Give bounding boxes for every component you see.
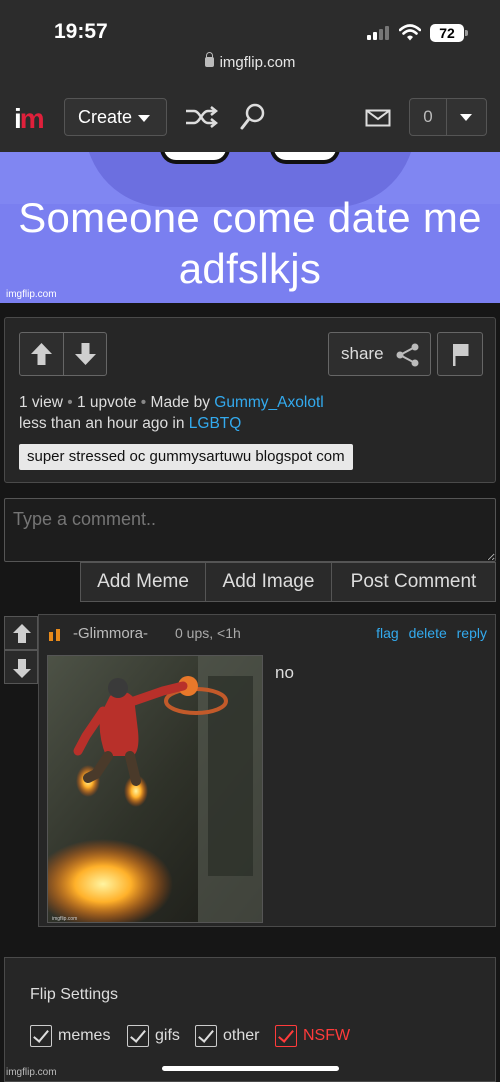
notifications-menu: 0	[409, 98, 487, 136]
comment-text: no	[275, 663, 294, 682]
chevron-down-icon[interactable]	[460, 114, 472, 121]
chevron-down-icon	[138, 114, 151, 122]
checkbox-other[interactable]: other	[195, 1024, 259, 1048]
add-image-button[interactable]: Add Image	[206, 563, 332, 601]
comment-image[interactable]: imgflip.com	[47, 655, 263, 923]
checkbox-gifs[interactable]: gifs	[127, 1024, 180, 1048]
reply-link[interactable]: reply	[457, 625, 487, 641]
author-link[interactable]: Gummy_Axolotl	[214, 394, 323, 411]
vote-buttons	[19, 332, 107, 376]
left-eye	[160, 152, 230, 164]
flip-settings-title: Flip Settings	[30, 986, 119, 1003]
post-info-panel: share 1 view • 1 upvote • Made by Gummy_…	[4, 317, 496, 483]
flag-link[interactable]: flag	[376, 625, 399, 641]
stream-link[interactable]: LGBTQ	[189, 415, 242, 432]
comment: -Glimmora- 0 ups, <1h flag delete reply	[38, 614, 496, 927]
footer-watermark: imgflip.com	[6, 1067, 57, 1078]
mail-icon[interactable]	[365, 109, 391, 127]
comment-actions: Add Meme Add Image Post Comment	[80, 562, 496, 602]
battery-tip	[465, 30, 468, 36]
right-eye	[270, 152, 340, 164]
comment-input[interactable]	[4, 498, 496, 562]
arrow-down-icon	[75, 343, 96, 365]
delete-link[interactable]: delete	[409, 625, 447, 641]
comment-meme-picture: imgflip.com	[48, 656, 262, 922]
home-indicator[interactable]	[162, 1066, 339, 1071]
comment-username[interactable]: -Glimmora-	[73, 625, 148, 642]
upvote-count: 1 upvote	[77, 394, 137, 411]
url-text: imgflip.com	[219, 54, 296, 71]
shuffle-icon[interactable]	[184, 106, 218, 128]
status-bar: 19:57 72 imgflip.com	[0, 0, 500, 86]
site-navbar: im Create 0	[0, 86, 500, 152]
lock-icon	[204, 52, 214, 67]
downvote-button[interactable]	[63, 333, 106, 375]
share-icon	[396, 343, 419, 367]
upvote-button[interactable]	[20, 333, 63, 375]
checkbox-checked-icon	[30, 1024, 52, 1047]
share-button[interactable]: share	[328, 332, 431, 376]
cellular-signal-icon	[367, 26, 389, 40]
flip-settings-panel: Flip Settings memes gifs other NSFW	[4, 957, 496, 1082]
comment-upvote-button[interactable]	[4, 616, 38, 650]
battery-icon: 72	[430, 24, 464, 42]
imgflip-logo[interactable]: im	[14, 103, 45, 135]
user-rank-icon	[49, 629, 63, 641]
wifi-icon	[399, 24, 421, 41]
clock: 19:57	[54, 20, 108, 43]
made-by-label: Made by	[150, 394, 210, 411]
checkbox-checked-icon	[275, 1024, 297, 1047]
post-tag[interactable]: super stressed oc gummysartuwu blogspot …	[19, 444, 353, 470]
view-count: 1 view	[19, 394, 63, 411]
comment-downvote-button[interactable]	[4, 650, 38, 684]
comment-actions-links: flag delete reply	[370, 625, 487, 641]
checkbox-nsfw[interactable]: NSFW	[275, 1024, 350, 1048]
meme-watermark: imgflip.com	[6, 289, 57, 300]
comment-meta: 0 ups, <1h	[175, 625, 241, 641]
post-meta: 1 view • 1 upvote • Made by Gummy_Axolot…	[19, 394, 324, 432]
create-button[interactable]: Create	[64, 98, 167, 136]
arrow-up-icon	[13, 624, 31, 643]
add-meme-button[interactable]: Add Meme	[81, 563, 206, 601]
post-time: less than an hour ago in	[19, 415, 185, 432]
flag-icon	[453, 344, 469, 366]
post-comment-button[interactable]: Post Comment	[332, 563, 495, 601]
checkbox-checked-icon	[127, 1024, 149, 1047]
meme-image[interactable]: Someone come date me adfslkjs imgflip.co…	[0, 152, 500, 303]
comment-image-watermark: imgflip.com	[52, 916, 77, 922]
search-icon[interactable]	[240, 103, 266, 131]
arrow-down-icon	[13, 659, 31, 678]
address-bar[interactable]: imgflip.com	[0, 52, 500, 71]
flag-button[interactable]	[437, 332, 483, 376]
arrow-up-icon	[31, 343, 52, 365]
checkbox-checked-icon	[195, 1024, 217, 1047]
checkbox-memes[interactable]: memes	[30, 1024, 110, 1048]
meme-caption: Someone come date me adfslkjs	[18, 194, 482, 292]
notification-count[interactable]: 0	[410, 99, 447, 135]
